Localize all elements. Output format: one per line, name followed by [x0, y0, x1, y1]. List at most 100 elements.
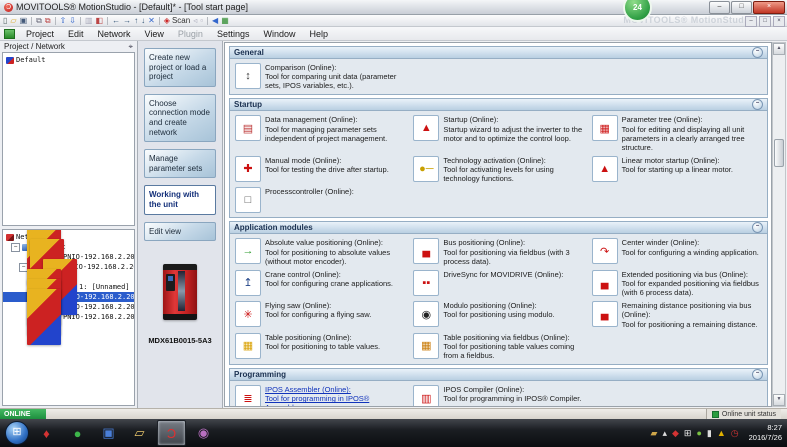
history-forward-icon[interactable]: ▫ — [200, 16, 203, 25]
comparison-icon: ↕ — [235, 63, 261, 89]
flying-saw-icon: ✳ — [235, 301, 261, 327]
tool-card-flying-saw[interactable]: ✳ Flying saw (Online): Tool for configur… — [235, 301, 405, 328]
project-icon — [6, 57, 14, 64]
mdi-close-button[interactable]: × — [773, 16, 785, 27]
menu-project[interactable]: Project — [19, 28, 61, 40]
menu-edit[interactable]: Edit — [61, 28, 91, 40]
window-title: MOVITOOLS® MotionStudio - [Default]* - [… — [16, 2, 248, 12]
tray-battery-icon[interactable]: ▮ — [707, 429, 712, 438]
motionstudio-icon[interactable]: Ɔ — [157, 420, 186, 446]
arrow-up-icon[interactable]: ↑ — [134, 16, 138, 25]
mdi-restore-button[interactable]: □ — [759, 16, 771, 27]
upload-parameters-icon[interactable]: ⇧ — [60, 16, 67, 25]
download-parameters-icon[interactable]: ⇩ — [69, 16, 76, 25]
tray-folder-icon[interactable]: ▰ — [651, 429, 658, 438]
tray-orb-icon[interactable]: ● — [696, 429, 701, 438]
menu-view[interactable]: View — [138, 28, 171, 40]
tray-windows-icon[interactable]: ⊞ — [684, 429, 692, 438]
tool-title: Extended positioning via bus (Online): — [622, 270, 762, 279]
tray-expand-icon[interactable]: ▴ — [662, 429, 667, 438]
tool-card-technology-activation[interactable]: ●─ Technology activation (Online): Tool … — [413, 156, 583, 183]
paste-icon[interactable]: ⧉ — [45, 16, 51, 25]
chart-icon[interactable]: ▦ — [221, 16, 229, 25]
tool-card-extended-positioning[interactable]: ▄ Extended positioning via bus (Online):… — [592, 270, 762, 297]
vmware-icon[interactable]: ▣ — [95, 421, 122, 445]
split-view-icon[interactable]: ◧ — [96, 16, 104, 25]
tool-title: Flying saw (Online): — [265, 301, 371, 310]
pin-icon[interactable]: ⌖ — [128, 42, 133, 52]
tool-card-processcontroller[interactable]: □ Processcontroller (Online): — [235, 187, 405, 213]
project-tree: Default — [2, 52, 135, 226]
scroll-up-icon[interactable]: ▲ — [773, 43, 785, 55]
tool-card-modulo-positioning[interactable]: ◉ Modulo positioning (Online): Tool for … — [413, 301, 583, 328]
menu-network[interactable]: Network — [91, 28, 138, 40]
collapse-section-icon[interactable]: – — [752, 369, 763, 380]
tool-card-linear-motor-startup[interactable]: ▲ Linear motor startup (Online): Tool fo… — [592, 156, 762, 183]
tool-card-data-management[interactable]: ▤ Data management (Online): Tool for man… — [235, 115, 405, 152]
collapse-expander-icon[interactable]: − — [11, 243, 20, 252]
tool-card-ipos-compiler[interactable]: ▥ IPOS Compiler (Online): Tool for progr… — [413, 385, 583, 407]
collapse-section-icon[interactable]: – — [752, 47, 763, 58]
red-app-icon[interactable]: ♦ — [33, 421, 60, 445]
tool-card-crane-control[interactable]: ↥ Crane control (Online): Tool for confi… — [235, 270, 405, 297]
tray-clock-icon[interactable]: ◷ — [731, 429, 739, 438]
tool-desc: Tool for positioning using modulo. — [443, 310, 554, 319]
browser-icon[interactable]: ● — [64, 421, 91, 445]
tool-title: IPOS Compiler (Online): — [443, 385, 581, 394]
tool-card-manual-mode[interactable]: ✚ Manual mode (Online): Tool for testing… — [235, 156, 405, 183]
project-network-panel: Project / Network ⌖ Default Network − Et… — [0, 41, 138, 408]
nav-connection-mode-button[interactable]: Choose connection mode and create networ… — [144, 94, 216, 142]
arrow-left-icon[interactable]: ← — [112, 16, 120, 25]
tool-card-table-positioning-fieldbus[interactable]: ▦ Table positioning via fieldbus (Online… — [413, 333, 583, 360]
palette-icon[interactable]: ◉ — [190, 421, 217, 445]
close-button[interactable]: × — [753, 1, 785, 14]
minimize-button[interactable]: – — [709, 1, 730, 14]
save-icon[interactable]: ▣ — [20, 16, 28, 25]
tool-card-absolute-positioning[interactable]: → Absolute value positioning (Online): T… — [235, 238, 405, 265]
tool-desc: Startup wizard to adjust the inverter to… — [443, 125, 583, 143]
menu-settings[interactable]: Settings — [210, 28, 257, 40]
tool-card-table-positioning[interactable]: ▦ Table positioning (Online): Tool for p… — [235, 333, 405, 360]
tree-item-node[interactable]: 1: [Unnamed] — [3, 282, 133, 292]
new-document-icon[interactable]: ▯ — [3, 16, 7, 25]
nav-manage-parameter-sets-button[interactable]: Manage parameter sets — [144, 149, 216, 178]
arrow-down-icon[interactable]: ↓ — [141, 16, 145, 25]
nav-edit-view-button[interactable]: Edit view — [144, 222, 216, 242]
tool-card-startup[interactable]: ▲ Startup (Online): Startup wizard to ad… — [413, 115, 583, 152]
collapse-section-icon[interactable]: – — [752, 222, 763, 233]
tool-card-center-winder[interactable]: ↷ Center winder (Online): Tool for confi… — [592, 238, 762, 265]
delete-icon[interactable]: ✕ — [148, 16, 155, 25]
tool-card-ipos-assembler[interactable]: ≣ IPOS Assembler (Online): Tool for prog… — [235, 385, 405, 407]
section-title: Application modules — [234, 223, 313, 232]
taskbar-clock[interactable]: 8:27 2016/7/26 — [749, 423, 782, 443]
tool-desc: Tool for positioning a remaining distanc… — [622, 320, 762, 329]
explorer-icon[interactable]: ▱ — [126, 421, 153, 445]
menu-plugin[interactable]: Plugin — [171, 28, 210, 40]
tool-card-drivesync[interactable]: ▪▪ DriveSync for MOVIDRIVE (Online): — [413, 270, 583, 297]
copy-icon[interactable]: ⧉ — [36, 16, 42, 25]
collapse-section-icon[interactable]: – — [752, 99, 763, 110]
open-folder-icon[interactable]: ▱ — [10, 16, 16, 25]
tool-card-comparison[interactable]: ↕ Comparison (Online): Tool for comparin… — [235, 63, 405, 90]
scrollbar-thumb[interactable] — [774, 139, 784, 167]
scan-button[interactable]: ◈ Scan — [164, 16, 190, 25]
vertical-scrollbar[interactable]: ▲ ▼ — [772, 42, 786, 407]
tool-card-bus-positioning[interactable]: ▄ Bus positioning (Online): Tool for pos… — [413, 238, 583, 265]
tool-card-remaining-distance[interactable]: ▄ Remaining distance positioning via bus… — [592, 301, 762, 328]
tray-warning-icon[interactable]: ▲ — [717, 429, 726, 438]
menu-window[interactable]: Window — [256, 28, 302, 40]
tool-card-parameter-tree[interactable]: ▦ Parameter tree (Online): Tool for edit… — [592, 115, 762, 152]
scroll-down-icon[interactable]: ▼ — [773, 394, 785, 406]
maximize-button[interactable]: □ — [731, 1, 752, 14]
menu-help[interactable]: Help — [302, 28, 335, 40]
start-button[interactable]: ⊞ — [5, 421, 29, 445]
nav-working-with-unit-button[interactable]: Working with the unit — [144, 185, 216, 214]
speaker-icon[interactable]: ◀ — [212, 16, 218, 25]
tree-item-default[interactable]: Default — [3, 55, 49, 65]
history-back-icon[interactable]: ◃ — [193, 16, 197, 25]
nav-create-project-button[interactable]: Create new project or load a project — [144, 48, 216, 87]
tray-red-app-icon[interactable]: ◆ — [672, 429, 679, 438]
arrow-right-icon[interactable]: → — [123, 16, 131, 25]
mdi-minimize-button[interactable]: – — [745, 16, 757, 27]
compare-icon[interactable]: ▥ — [85, 16, 93, 25]
